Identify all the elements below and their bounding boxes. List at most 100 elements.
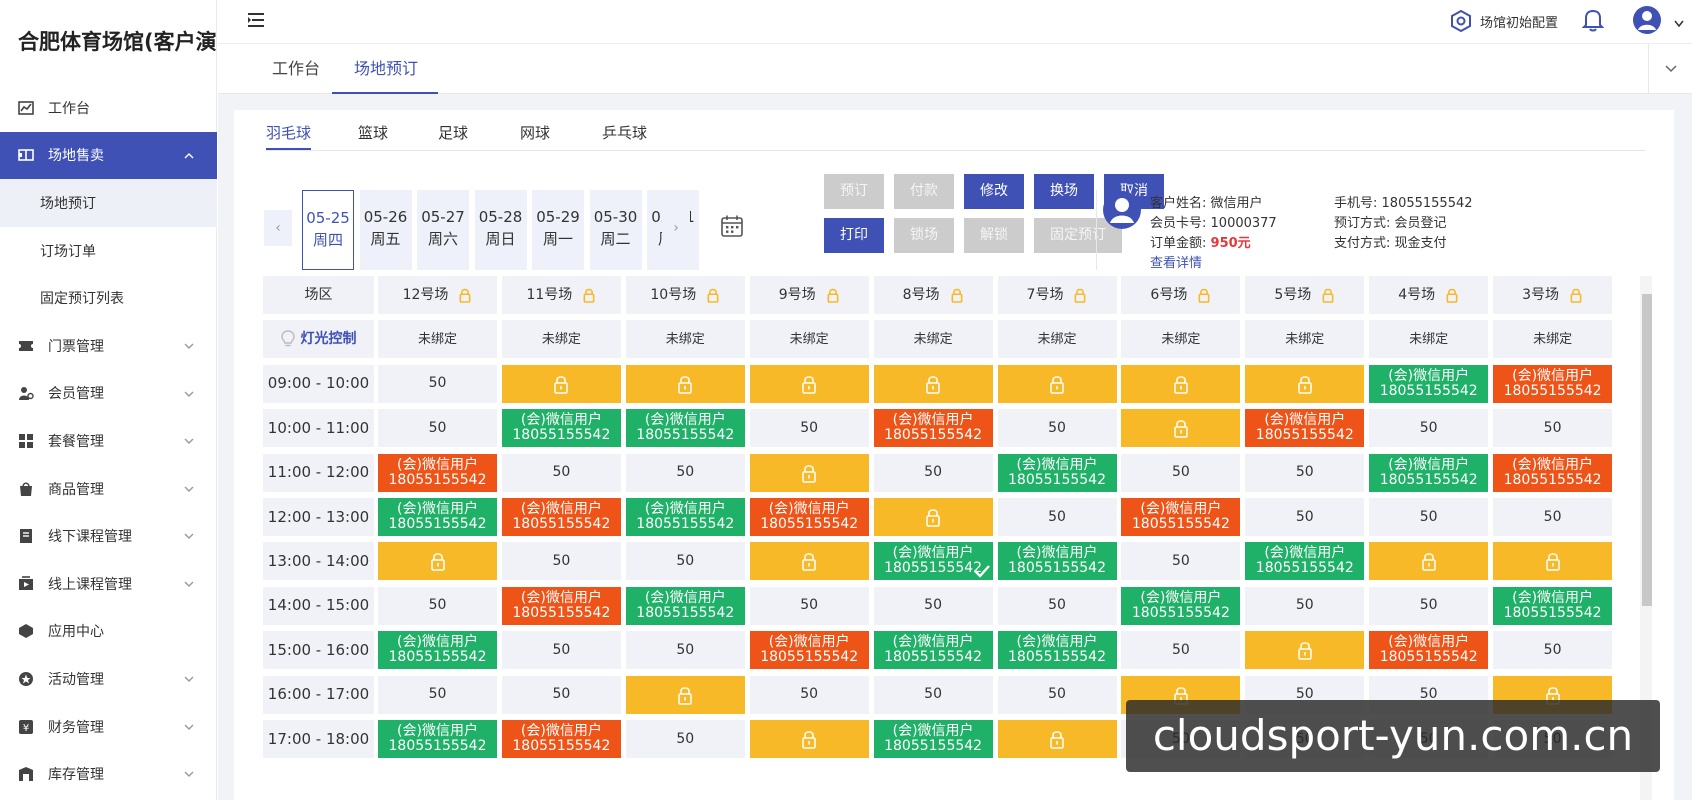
light-control-button[interactable]: 灯光控制 (263, 320, 374, 359)
unpaid-slot[interactable]: (会)微信用户 18055155542 (1493, 453, 1613, 492)
sidebar-item-7[interactable]: 套餐管理 (0, 417, 217, 465)
available-slot[interactable]: 50 (378, 364, 497, 403)
paid-slot[interactable]: (会)微信用户 18055155542 (501, 409, 621, 448)
locked-slot[interactable] (625, 675, 745, 714)
locked-slot[interactable] (873, 498, 993, 536)
locked-slot[interactable] (997, 720, 1117, 758)
available-slot[interactable]: 50 (378, 586, 497, 625)
paid-slot[interactable]: (会)微信用户 18055155542 (1493, 586, 1613, 625)
sport-tab-4[interactable]: 乒乓球 (602, 122, 647, 150)
paid-slot[interactable]: (会)微信用户 18055155542 (873, 631, 993, 670)
action-button-0[interactable]: 预订 (824, 174, 884, 209)
available-slot[interactable]: 50 (625, 453, 745, 492)
sport-tab-1[interactable]: 篮球 (358, 122, 388, 150)
sidebar-item-1[interactable]: 场地售卖 (0, 131, 217, 180)
date-option[interactable]: 05-28 周日 (474, 190, 527, 270)
unpaid-slot[interactable]: (会)微信用户 18055155542 (1245, 409, 1365, 448)
available-slot[interactable]: 50 (625, 542, 745, 581)
chevron-down-icon[interactable] (1674, 16, 1684, 28)
locked-slot[interactable] (749, 364, 869, 403)
unpaid-slot[interactable]: (会)微信用户 18055155542 (501, 586, 621, 625)
action-button-3[interactable]: 换场 (1034, 174, 1094, 209)
light-binding-cell[interactable]: 未绑定 (378, 320, 497, 359)
date-next-button[interactable]: › (662, 210, 690, 246)
paid-slot[interactable]: (会)微信用户 18055155542 (997, 453, 1117, 492)
locked-slot[interactable] (1245, 631, 1365, 670)
available-slot[interactable]: 50 (501, 675, 621, 714)
available-slot[interactable]: 50 (1493, 409, 1613, 448)
date-option[interactable]: 05-30 周二 (589, 190, 642, 270)
light-binding-cell[interactable]: 未绑定 (1245, 320, 1365, 359)
available-slot[interactable]: 50 (997, 409, 1117, 448)
available-slot[interactable]: 50 (749, 675, 869, 714)
available-slot[interactable]: 50 (997, 498, 1117, 536)
paid-slot[interactable]: (会)微信用户 18055155542 (873, 542, 993, 581)
paid-slot[interactable]: (会)微信用户 18055155542 (1369, 453, 1489, 492)
action-button-row2-0[interactable]: 打印 (824, 218, 884, 253)
view-detail-link[interactable]: 查看详情 (1150, 252, 1202, 271)
menu-toggle-icon[interactable] (248, 12, 268, 28)
sidebar-item-5[interactable]: 门票管理 (0, 322, 217, 370)
paid-slot[interactable]: (会)微信用户 18055155542 (1245, 542, 1365, 581)
unpaid-slot[interactable]: (会)微信用户 18055155542 (873, 409, 993, 448)
lock-icon[interactable] (458, 287, 472, 303)
locked-slot[interactable] (378, 542, 497, 581)
available-slot[interactable]: 50 (1369, 409, 1489, 448)
sidebar-item-9[interactable]: 线下课程管理 (0, 512, 217, 560)
light-binding-cell[interactable]: 未绑定 (1369, 320, 1489, 359)
unpaid-slot[interactable]: (会)微信用户 18055155542 (749, 631, 869, 670)
sidebar-item-11[interactable]: 应用中心 (0, 608, 217, 656)
locked-slot[interactable] (625, 364, 745, 403)
available-slot[interactable]: 50 (873, 586, 993, 625)
date-option[interactable]: 05-26 周五 (359, 190, 412, 270)
bell-icon[interactable] (1581, 8, 1605, 32)
available-slot[interactable]: 50 (1245, 453, 1365, 492)
grid-scrollbar-thumb[interactable] (1642, 294, 1652, 606)
action-button-1[interactable]: 付款 (894, 174, 954, 209)
available-slot[interactable]: 50 (749, 409, 869, 448)
action-button-2[interactable]: 修改 (964, 174, 1024, 209)
unpaid-slot[interactable]: (会)微信用户 18055155542 (1121, 498, 1241, 536)
available-slot[interactable]: 50 (1245, 586, 1365, 625)
paid-slot[interactable]: (会)微信用户 18055155542 (997, 542, 1117, 581)
date-option[interactable]: 05-25 周四 (302, 190, 354, 270)
locked-slot[interactable] (749, 542, 869, 581)
locked-slot[interactable] (1245, 364, 1365, 403)
light-binding-cell[interactable]: 未绑定 (1121, 320, 1241, 359)
sport-tab-3[interactable]: 网球 (520, 122, 550, 150)
locked-slot[interactable] (1369, 542, 1489, 581)
locked-slot[interactable] (1121, 409, 1241, 448)
unpaid-slot[interactable]: (会)微信用户 18055155542 (1369, 631, 1489, 670)
action-button-row2-1[interactable]: 锁场 (894, 218, 954, 253)
available-slot[interactable]: 50 (501, 631, 621, 670)
paid-slot[interactable]: (会)微信用户 18055155542 (625, 498, 745, 536)
locked-slot[interactable] (1121, 364, 1241, 403)
unpaid-slot[interactable]: (会)微信用户 18055155542 (749, 498, 869, 536)
sidebar-item-13[interactable]: ¥ 财务管理 (0, 703, 217, 751)
locked-slot[interactable] (1493, 542, 1613, 581)
sidebar-item-4[interactable]: 固定预订列表 (0, 274, 217, 322)
lock-icon[interactable] (1073, 287, 1087, 303)
paid-slot[interactable]: (会)微信用户 18055155542 (378, 631, 497, 670)
settings-hex-icon[interactable] (1450, 9, 1472, 33)
unpaid-slot[interactable]: (会)微信用户 18055155542 (1493, 364, 1613, 403)
paid-slot[interactable]: (会)微信用户 18055155542 (625, 586, 745, 625)
date-option[interactable]: 05-29 周一 (532, 190, 584, 270)
sidebar-item-14[interactable]: 库存管理 (0, 750, 217, 798)
available-slot[interactable]: 50 (501, 453, 621, 492)
available-slot[interactable]: 50 (873, 453, 993, 492)
lock-icon[interactable] (582, 287, 596, 303)
sidebar-item-2[interactable]: 场地预订 (0, 179, 217, 227)
available-slot[interactable]: 50 (625, 720, 745, 758)
paid-slot[interactable]: (会)微信用户 18055155542 (625, 409, 745, 448)
paid-slot[interactable]: (会)微信用户 18055155542 (873, 720, 993, 758)
light-binding-cell[interactable]: 未绑定 (625, 320, 745, 359)
available-slot[interactable]: 50 (378, 675, 497, 714)
lock-icon[interactable] (1321, 287, 1335, 303)
available-slot[interactable]: 50 (1369, 498, 1489, 536)
available-slot[interactable]: 50 (1121, 542, 1241, 581)
unpaid-slot[interactable]: (会)微信用户 18055155542 (501, 720, 621, 758)
available-slot[interactable]: 50 (749, 586, 869, 625)
light-binding-cell[interactable]: 未绑定 (873, 320, 993, 359)
sidebar-item-3[interactable]: 订场订单 (0, 227, 217, 275)
